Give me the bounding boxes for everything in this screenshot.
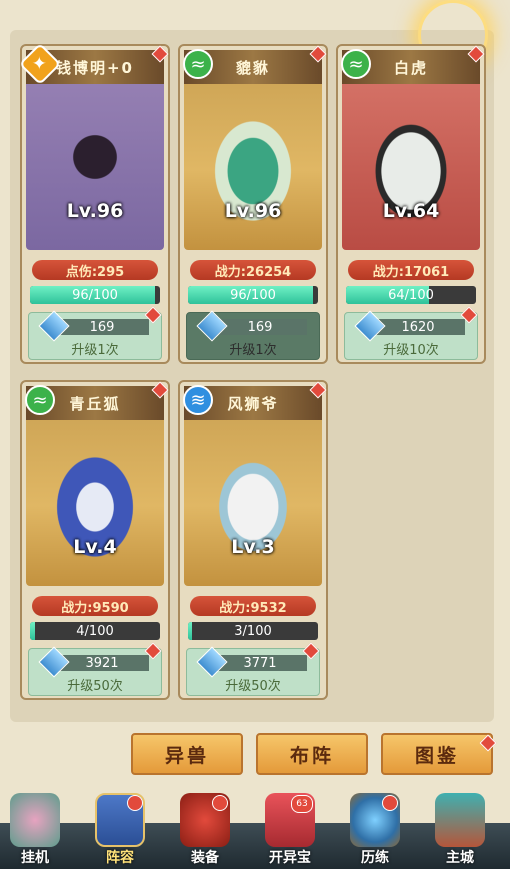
upgrade-button[interactable]: 3921 升级50次: [28, 642, 162, 696]
nav-city[interactable]: 主城: [425, 793, 495, 869]
notification-dot: [382, 795, 398, 811]
pet-progress-bar: 64/100: [346, 286, 476, 304]
upgrade-label: 升级1次: [229, 343, 277, 358]
pet-power: 战力:9532: [190, 596, 316, 616]
treasure-badge: 63: [291, 795, 313, 813]
pet-power: 点伤:295: [32, 260, 158, 280]
nav-treasure[interactable]: 63 开异宝: [255, 793, 325, 869]
pet-power: 战力:17061: [348, 260, 474, 280]
nav-equipment[interactable]: 装备: [170, 793, 240, 869]
wind-element-icon: ≈: [183, 49, 213, 79]
upgrade-button[interactable]: 169 升级1次: [186, 310, 320, 360]
pet-level: Lv.64: [382, 200, 440, 222]
pet-power: 战力:26254: [190, 260, 316, 280]
upgrade-label: 升级50次: [225, 679, 281, 694]
upgrade-cost: 1620: [371, 319, 465, 335]
pet-progress-bar: 4/100: [30, 622, 160, 640]
upgrade-cost: 169: [213, 319, 307, 335]
water-element-icon: ≋: [183, 385, 213, 415]
formation-button[interactable]: 布阵: [256, 733, 368, 775]
nav-lineup[interactable]: 阵容: [85, 793, 155, 869]
upgrade-button[interactable]: 169 升级1次: [28, 306, 162, 360]
pet-progress-bar: 96/100: [188, 286, 318, 304]
upgrade-label: 升级10次: [383, 343, 439, 358]
nav-training[interactable]: 历练: [340, 793, 410, 869]
notification-dot: [127, 795, 143, 811]
pet-level: Lv.96: [66, 200, 124, 222]
upgrade-cost: 3921: [55, 655, 149, 671]
notification-dot: [212, 795, 228, 811]
pet-card-qianboming[interactable]: Lv.96 钱博明+0 ✦ 点伤:295 96/100 169 升级1次: [18, 42, 170, 364]
pet-level: Lv.3: [231, 536, 275, 558]
upgrade-cost: 3771: [213, 655, 307, 671]
pet-card-pixiu[interactable]: Lv.96 貔貅 ≈ 战力:26254 96/100 169 升级1次: [178, 44, 328, 364]
gem-icon: [38, 310, 70, 342]
gem-icon: [196, 310, 228, 342]
gate-icon: [435, 793, 485, 847]
gem-icon: [354, 310, 386, 342]
pet-card-baihu[interactable]: Lv.64 白虎 ≈ 战力:17061 64/100 1620 升级10次: [336, 44, 486, 364]
sword-tree-icon: [10, 793, 60, 847]
upgrade-label: 升级1次: [71, 343, 119, 358]
nav-idle[interactable]: 挂机: [0, 793, 70, 869]
gem-icon: [196, 646, 228, 678]
upgrade-button[interactable]: 1620 升级10次: [344, 306, 478, 360]
pet-level: Lv.4: [73, 536, 117, 558]
wind-element-icon: ≈: [341, 49, 371, 79]
bottom-nav: 挂机 阵容 装备 63 开异宝 历练 主城: [0, 793, 510, 869]
pet-progress-bar: 96/100: [30, 286, 160, 304]
upgrade-label: 升级50次: [67, 679, 123, 694]
upgrade-button[interactable]: 3771 升级50次: [186, 642, 320, 696]
beasts-button[interactable]: 异兽: [131, 733, 243, 775]
pet-card-qingqiuhu[interactable]: Lv.4 青丘狐 ≈ 战力:9590 4/100 3921 升级50次: [20, 380, 170, 700]
pet-card-fengshiye[interactable]: Lv.3 风狮爷 ≋ 战力:9532 3/100 3771 升级50次: [178, 380, 328, 700]
wind-element-icon: ≈: [25, 385, 55, 415]
gem-icon: [38, 646, 70, 678]
pet-power: 战力:9590: [32, 596, 158, 616]
codex-button[interactable]: 图鉴: [381, 733, 493, 775]
pet-level: Lv.96: [224, 200, 282, 222]
upgrade-cost: 169: [55, 319, 149, 335]
pet-progress-bar: 3/100: [188, 622, 318, 640]
